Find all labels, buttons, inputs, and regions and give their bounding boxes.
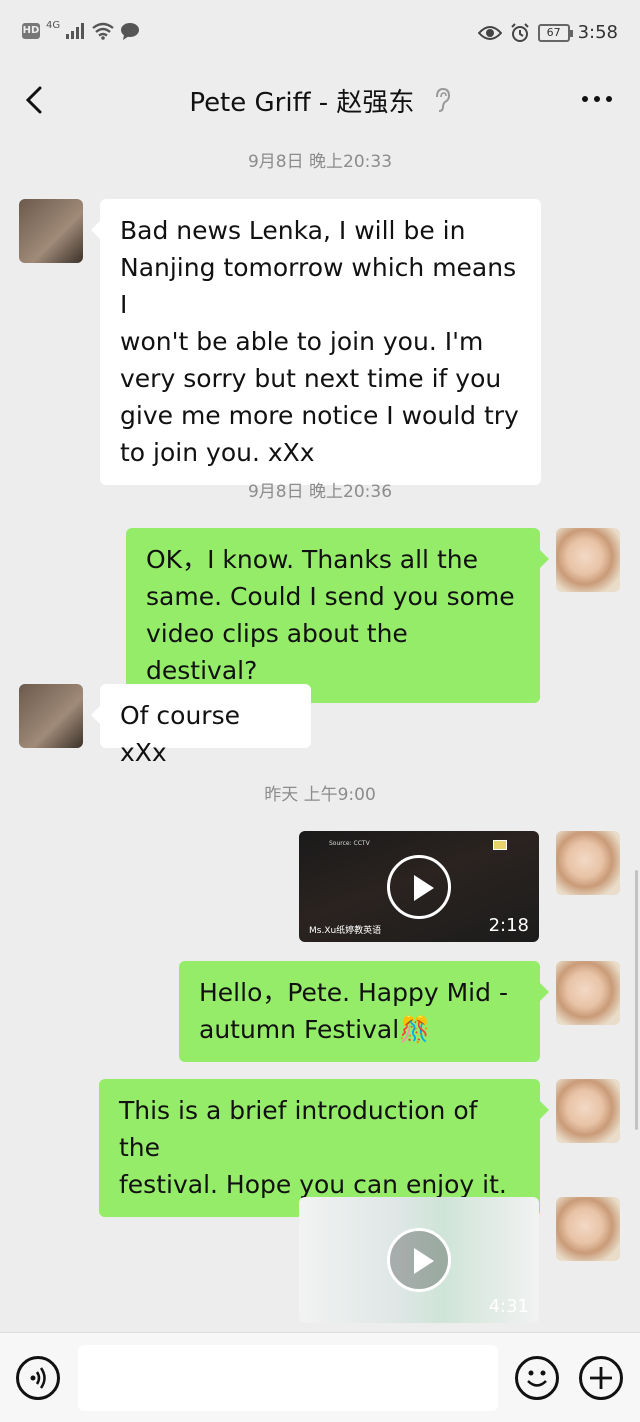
message-bubble-outgoing[interactable]: Hello，Pete. Happy Mid - autumn Festival🎊 (179, 961, 549, 1062)
contact-name: Pete Griff - 赵强东 (189, 88, 415, 118)
eye-icon (477, 25, 502, 40)
chat-title: Pete Griff - 赵强东 (0, 82, 640, 120)
status-right: 67 3:58 (477, 22, 618, 43)
alarm-icon (510, 22, 529, 42)
ear-icon (433, 87, 451, 120)
video-message[interactable]: 4:31 (299, 1197, 539, 1323)
message-line: Of course xXx (120, 701, 240, 767)
message-line: Bad news Lenka, I will be in (120, 216, 466, 245)
battery-indicator: 67 (537, 23, 573, 42)
message-line: won't be able to join you. I'm (120, 327, 484, 356)
message-line: very sorry but next time if you (120, 364, 502, 393)
avatar-me[interactable] (556, 1197, 620, 1261)
status-left: HD 4G (22, 19, 140, 40)
message-line: to join you. xXx (120, 438, 315, 467)
message-line: Nanjing tomorrow which means I (120, 253, 517, 319)
video-message[interactable]: Source: CCTV Ms.Xu纸婷教英语 2:18 (299, 831, 539, 942)
voice-button[interactable] (16, 1356, 60, 1400)
message-line: OK，I know. Thanks all the (146, 545, 478, 574)
scrollbar[interactable] (635, 870, 638, 1130)
avatar-me[interactable] (556, 1079, 620, 1143)
video-duration: 4:31 (488, 1296, 529, 1317)
message-icon (121, 23, 140, 40)
video-badge (493, 840, 507, 850)
video-author: Ms.Xu纸婷教英语 (309, 926, 382, 936)
message-line: This is a brief introduction of the (119, 1096, 478, 1162)
message-line: video clips about the destival? (146, 619, 408, 685)
avatar-pete[interactable] (19, 684, 83, 748)
message-line: Hello，Pete. Happy Mid - (199, 978, 508, 1007)
message-bubble-outgoing[interactable]: OK，I know. Thanks all the same. Could I … (126, 528, 549, 703)
emoji-icon (527, 1370, 547, 1387)
voice-icon (30, 1367, 46, 1389)
timestamp: 9月8日 晚上20:33 (247, 152, 393, 172)
avatar-pete[interactable] (19, 199, 83, 263)
timestamp: 昨天 上午9:00 (264, 785, 376, 805)
emoji-button[interactable] (515, 1356, 559, 1400)
message-bubble-incoming[interactable]: Bad news Lenka, I will be in Nanjing tom… (91, 199, 541, 485)
network-type: 4G (46, 19, 61, 31)
play-icon[interactable] (387, 1228, 451, 1292)
timestamp: 9月8日 晚上20:36 (247, 482, 393, 502)
avatar-me[interactable] (556, 831, 620, 895)
more-dots-icon (582, 96, 612, 102)
status-time: 3:58 (577, 22, 618, 43)
input-bar (0, 1332, 640, 1422)
message-line: same. Could I send you some (146, 582, 515, 611)
message-line: give me more notice I would try (120, 401, 519, 430)
more-options-button[interactable] (580, 84, 614, 114)
signal-icon (66, 23, 85, 39)
status-bar: HD 4G 67 3:58 (0, 0, 640, 70)
plus-button[interactable] (579, 1356, 623, 1400)
hd-badge: HD (22, 23, 40, 39)
plus-icon (590, 1367, 612, 1389)
message-bubble-incoming[interactable]: Of course xXx (91, 684, 311, 767)
play-icon[interactable] (387, 854, 451, 919)
message-line: autumn Festival🎊 (199, 1015, 431, 1044)
video-source-tag: Source: CCTV (329, 840, 370, 847)
avatar-me[interactable] (556, 528, 620, 592)
avatar-me[interactable] (556, 961, 620, 1025)
message-input[interactable] (78, 1345, 498, 1411)
wifi-icon (92, 22, 114, 40)
chat-header: Pete Griff - 赵强东 (0, 70, 640, 130)
video-duration: 2:18 (488, 915, 529, 936)
